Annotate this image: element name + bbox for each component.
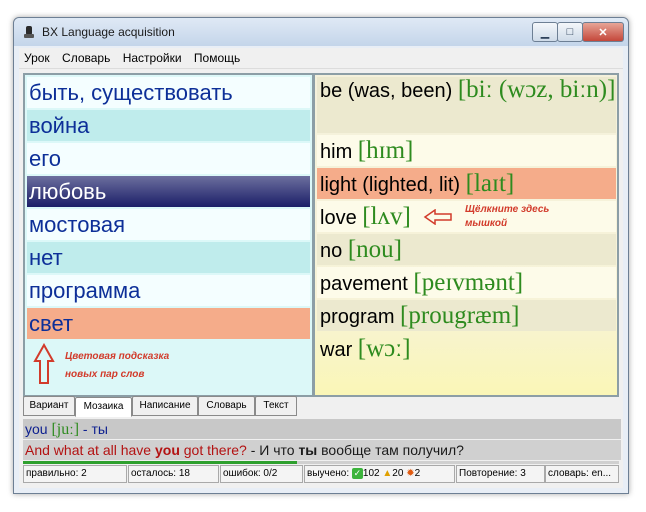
up-arrow-icon: [33, 343, 55, 384]
transcription: [laɪt]: [465, 170, 515, 197]
right-word-item-selected[interactable]: light (lighted, lit) [laɪt]: [317, 168, 616, 199]
example-sentence: And what at all have you got there? - И …: [23, 440, 621, 460]
sentence-ru-part1: И что: [259, 442, 299, 458]
menu-settings[interactable]: Настройки: [118, 48, 186, 65]
right-word-item[interactable]: him [hɪm]: [317, 135, 616, 166]
transcription: [wɔː]: [357, 335, 411, 362]
transcription: [biː (wɔz, biːn)]: [457, 77, 616, 103]
right-word-item[interactable]: be (was, been) [biː (wɔz, biːn)]: [317, 77, 616, 133]
title-bar: BX Language acquisition ▁ □ ✕: [14, 18, 628, 46]
left-arrow-icon: [423, 209, 452, 225]
tab-spelling[interactable]: Написание: [132, 396, 198, 416]
english-word-list: be (was, been) [biː (wɔz, biːn)] him [hɪ…: [313, 73, 619, 397]
right-word-item[interactable]: war [wɔː]: [317, 333, 616, 364]
tab-variant[interactable]: Вариант: [23, 396, 75, 416]
close-icon: ✕: [598, 26, 608, 39]
sentence-en-highlight: you: [154, 442, 180, 458]
menu-dictionary[interactable]: Словарь: [57, 48, 114, 65]
learned-ok-count: 102: [362, 468, 380, 479]
left-word-item[interactable]: война: [27, 110, 310, 141]
left-word-item[interactable]: программа: [27, 275, 310, 306]
lesson-progress-bar: [23, 461, 619, 464]
transcription: [nou]: [347, 236, 402, 263]
right-word-item[interactable]: program [prougræm]: [317, 300, 616, 331]
status-learned: выучено: ✓ 102 ▲20 ✹2: [304, 465, 455, 483]
english-word: no: [320, 240, 343, 262]
sentence-ru-highlight: ты: [298, 442, 318, 458]
left-word-item-selected[interactable]: любовь: [27, 176, 310, 207]
left-word-item[interactable]: мостовая: [27, 209, 310, 240]
checkmark-icon: ✓: [351, 468, 363, 479]
minimize-button[interactable]: ▁: [532, 22, 558, 42]
tab-text[interactable]: Текст: [255, 396, 297, 416]
tab-mosaic[interactable]: Мозаика: [75, 397, 132, 417]
right-word-item[interactable]: pavement [peɪvmənt]: [317, 267, 616, 298]
menu-bar: Урок Словарь Настройки Помощь: [19, 48, 623, 69]
left-word-item[interactable]: быть, существовать: [27, 77, 310, 108]
status-repeat: Повторение: 3: [456, 465, 545, 483]
progress-fill: [23, 461, 298, 464]
maximize-button[interactable]: □: [557, 22, 583, 42]
english-word: be (was, been): [320, 80, 453, 102]
hint-annotation-line1: Цветовая подсказка: [65, 351, 170, 362]
left-word-item-hinted[interactable]: свет: [27, 308, 310, 339]
current-word-transcription: [juː]: [51, 421, 80, 438]
learned-bad-count: 2: [414, 468, 421, 479]
current-word-dash: -: [82, 421, 88, 437]
left-word-item[interactable]: его: [27, 143, 310, 174]
transcription: [prougræm]: [400, 302, 520, 329]
left-word-item[interactable]: нет: [27, 242, 310, 273]
english-word: program: [320, 306, 395, 328]
sentence-separator: -: [246, 442, 260, 458]
current-word-line: you [juː] - ты: [23, 419, 621, 439]
english-word: pavement: [320, 273, 408, 295]
status-errors: ошибок: 0/2: [220, 465, 303, 483]
english-word: him: [320, 141, 353, 163]
hint-annotation-line2: новых пар слов: [65, 369, 145, 380]
menu-help[interactable]: Помощь: [189, 48, 244, 65]
right-word-item[interactable]: no [nou]: [317, 234, 616, 265]
transcription: [lʌv]: [362, 203, 411, 230]
app-icon: [24, 26, 34, 38]
sentence-ru-part2: вообще там получил?: [317, 442, 464, 458]
flame-icon: ✹: [406, 468, 415, 479]
status-correct: правильно: 2: [23, 465, 127, 483]
click-annotation-line1: Щёлкните здесь: [465, 204, 550, 215]
english-word: love: [320, 207, 357, 229]
status-dictionary: словарь: en...: [545, 465, 619, 483]
english-word: war: [320, 339, 353, 361]
sentence-en-part1: And what at all have: [25, 442, 155, 458]
status-bar: правильно: 2 осталось: 18 ошибок: 0/2 вы…: [23, 465, 619, 483]
learned-warn-count: 20: [392, 468, 404, 479]
transcription: [peɪvmənt]: [413, 269, 524, 296]
app-window: BX Language acquisition ▁ □ ✕ Урок Слова…: [13, 17, 629, 494]
sentence-en-part2: got there?: [179, 442, 247, 458]
transcription: [hɪm]: [357, 137, 414, 164]
warning-icon: ▲: [382, 468, 393, 479]
status-remaining: осталось: 18: [128, 465, 219, 483]
learned-label: выучено:: [307, 468, 350, 479]
english-word: light (lighted, lit): [320, 174, 461, 196]
russian-word-list: быть, существовать война его любовь мост…: [23, 73, 314, 397]
client-area: быть, существовать война его любовь мост…: [19, 69, 623, 488]
current-word: you: [25, 421, 48, 437]
minimize-icon: ▁: [540, 26, 550, 39]
close-button[interactable]: ✕: [582, 22, 624, 42]
window-title: BX Language acquisition: [42, 25, 175, 39]
maximize-icon: □: [566, 26, 574, 38]
tab-dictionary[interactable]: Словарь: [198, 396, 255, 416]
menu-lesson[interactable]: Урок: [19, 48, 54, 65]
click-annotation-line2: мышкой: [465, 218, 508, 229]
current-word-translation: ты: [91, 421, 108, 437]
